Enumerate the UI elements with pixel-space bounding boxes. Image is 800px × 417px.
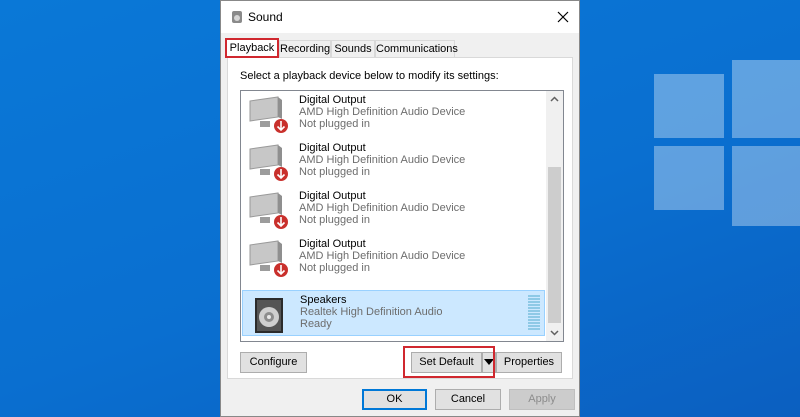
monitor-unplugged-icon bbox=[249, 144, 288, 181]
device-name: Digital Output bbox=[299, 190, 366, 202]
instruction-text: Select a playback device below to modify… bbox=[240, 70, 499, 82]
volume-level-meter bbox=[528, 295, 540, 331]
speaker-icon bbox=[232, 11, 242, 23]
device-description: AMD High Definition Audio Device bbox=[299, 202, 466, 214]
sound-dialog: Sound Playback Recording Sounds Communic… bbox=[220, 0, 580, 417]
monitor-unplugged-icon bbox=[249, 240, 288, 277]
monitor-unplugged-icon bbox=[249, 96, 288, 133]
device-list: Digital Output AMD High Definition Audio… bbox=[240, 90, 564, 342]
title-bar: Sound bbox=[221, 1, 579, 33]
cancel-button[interactable]: Cancel bbox=[435, 389, 501, 410]
device-name: Digital Output bbox=[299, 142, 366, 154]
set-default-dropdown-button[interactable] bbox=[482, 352, 496, 373]
chevron-up-icon bbox=[550, 96, 559, 102]
device-status: Not plugged in bbox=[299, 262, 370, 274]
device-description: AMD High Definition Audio Device bbox=[299, 250, 466, 262]
tab-playback[interactable]: Playback bbox=[225, 38, 279, 58]
close-icon bbox=[557, 11, 569, 23]
playback-panel: Select a playback device below to modify… bbox=[227, 57, 573, 379]
device-description: AMD High Definition Audio Device bbox=[299, 154, 466, 166]
speaker-device-icon bbox=[255, 298, 283, 333]
ok-button[interactable]: OK bbox=[362, 389, 427, 410]
tab-communications[interactable]: Communications bbox=[375, 40, 458, 57]
tab-sounds[interactable]: Sounds bbox=[331, 40, 375, 57]
device-item[interactable]: Digital Output AMD High Definition Audio… bbox=[242, 235, 545, 281]
window-title: Sound bbox=[248, 10, 283, 24]
configure-button[interactable]: Configure bbox=[240, 352, 307, 373]
device-description: AMD High Definition Audio Device bbox=[299, 106, 466, 118]
device-description: Realtek High Definition Audio bbox=[300, 306, 443, 318]
device-item[interactable]: Digital Output AMD High Definition Audio… bbox=[242, 187, 545, 233]
vertical-scrollbar[interactable] bbox=[546, 91, 563, 341]
device-status: Not plugged in bbox=[299, 214, 370, 226]
monitor-unplugged-icon bbox=[249, 192, 288, 229]
set-default-button[interactable]: Set Default bbox=[411, 352, 482, 373]
device-item[interactable]: Digital Output AMD High Definition Audio… bbox=[242, 91, 545, 137]
device-status: Not plugged in bbox=[299, 166, 370, 178]
dropdown-arrow-icon bbox=[484, 359, 494, 365]
device-name: Digital Output bbox=[299, 238, 366, 250]
device-status: Not plugged in bbox=[299, 118, 370, 130]
apply-button[interactable]: Apply bbox=[509, 389, 575, 410]
device-name: Digital Output bbox=[299, 94, 366, 106]
device-item-speakers[interactable]: Speakers Realtek High Definition Audio R… bbox=[242, 290, 545, 336]
properties-button[interactable]: Properties bbox=[496, 352, 562, 373]
windows-logo-wallpaper bbox=[650, 60, 800, 300]
device-name: Speakers bbox=[300, 294, 347, 306]
device-status: Ready bbox=[300, 318, 332, 330]
scroll-down-button[interactable] bbox=[546, 324, 563, 341]
scroll-up-button[interactable] bbox=[546, 91, 563, 108]
close-button[interactable] bbox=[551, 5, 575, 29]
device-item[interactable]: Digital Output AMD High Definition Audio… bbox=[242, 139, 545, 185]
tab-recording[interactable]: Recording bbox=[279, 40, 331, 57]
chevron-down-icon bbox=[550, 330, 559, 336]
scroll-thumb[interactable] bbox=[548, 167, 561, 323]
